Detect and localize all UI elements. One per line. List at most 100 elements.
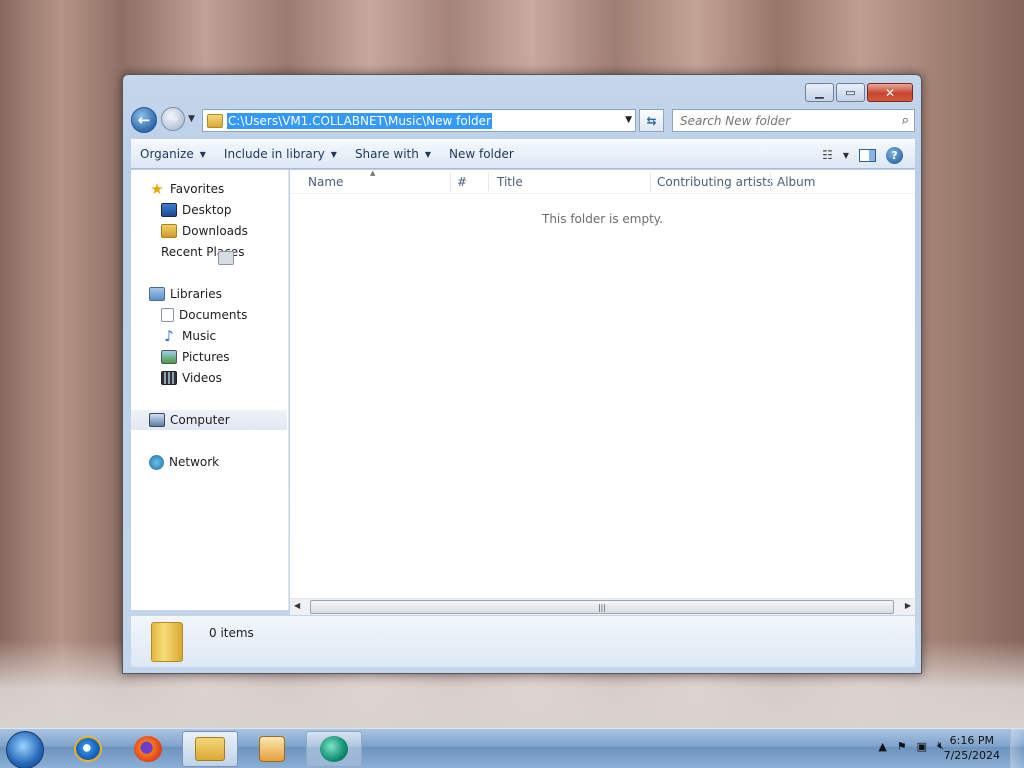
search-input[interactable]	[680, 113, 880, 128]
empty-folder-message: This folder is empty.	[542, 212, 663, 226]
nav-favorites-label: Favorites	[170, 182, 225, 196]
nav-network[interactable]: Network	[149, 452, 219, 472]
refresh-button[interactable]: ⇆	[639, 109, 664, 132]
column-divider[interactable]	[450, 172, 451, 191]
taskbar: ▲ ⚑ ▣ 🔇︎ 6:16 PM 7/25/2024	[0, 728, 1024, 768]
nav-pictures-label: Pictures	[182, 350, 230, 364]
nav-libraries[interactable]: Libraries	[149, 284, 222, 304]
taskbar-internet-explorer[interactable]	[60, 731, 116, 767]
horizontal-scrollbar[interactable]: ◀ ||| ▶	[290, 598, 915, 615]
organize-button[interactable]: Organize ▼	[131, 142, 215, 166]
column-header-album[interactable]: Album	[777, 175, 815, 189]
nav-videos[interactable]: Videos	[161, 368, 222, 388]
address-dropdown-icon[interactable]: ▼	[625, 115, 632, 125]
item-count: 0 items	[209, 626, 254, 640]
recent-pages-dropdown[interactable]: ▼	[188, 114, 198, 124]
include-in-library-button[interactable]: Include in library ▼	[215, 142, 346, 166]
share-with-button[interactable]: Share with ▼	[346, 142, 440, 166]
downloads-icon	[161, 224, 177, 238]
nav-computer-label: Computer	[170, 413, 230, 427]
clock[interactable]: 6:16 PM 7/25/2024	[944, 733, 1000, 763]
clock-time: 6:16 PM	[949, 734, 994, 747]
back-arrow-icon: ←	[137, 111, 151, 129]
column-divider[interactable]	[650, 172, 651, 191]
navigation-bar: ← → ▼ C:\Users\VM1.COLLABNET\Music\New f…	[131, 105, 915, 133]
maximize-icon: ▭	[845, 86, 856, 99]
nav-network-label: Network	[169, 455, 220, 469]
music-note-icon: ♪	[164, 327, 174, 345]
pictures-icon	[161, 350, 177, 364]
refresh-icon: ⇆	[646, 113, 657, 128]
close-icon: ✕	[884, 85, 896, 100]
videos-icon	[161, 371, 177, 385]
address-bar[interactable]: C:\Users\VM1.COLLABNET\Music\New folder …	[202, 109, 636, 132]
taskbar-firefox[interactable]	[120, 731, 176, 767]
new-folder-button[interactable]: New folder	[440, 142, 523, 166]
computer-icon	[149, 413, 165, 427]
star-icon: ★	[150, 180, 164, 198]
column-divider[interactable]	[770, 172, 771, 191]
network-status-icon[interactable]: ▣	[917, 740, 927, 753]
minimize-button[interactable]: ▁	[805, 83, 834, 102]
forward-button[interactable]: →	[161, 107, 185, 131]
scroll-right-icon[interactable]: ▶	[905, 601, 911, 610]
column-header-name[interactable]: Name	[308, 175, 343, 189]
help-icon[interactable]: ?	[886, 146, 903, 164]
media-player-icon	[259, 736, 285, 762]
navigation-pane: ★ Favorites Desktop Downloads Recent Plac…	[131, 170, 289, 610]
search-box[interactable]: ⌕	[672, 109, 915, 132]
nav-desktop[interactable]: Desktop	[161, 200, 232, 220]
details-pane: 0 items	[131, 615, 915, 667]
folder-icon	[207, 113, 223, 128]
nav-documents-label: Documents	[179, 308, 248, 322]
taskbar-windows-explorer[interactable]	[182, 731, 238, 767]
new-folder-label: New folder	[449, 147, 514, 161]
firefox-icon	[134, 736, 162, 762]
column-divider[interactable]	[488, 172, 489, 191]
file-list[interactable]: ▲ Name # Title Contributing artists Albu…	[290, 169, 915, 600]
column-header-number[interactable]: #	[457, 175, 467, 189]
notification-area: ▲ ⚑ ▣ 🔇︎	[878, 739, 944, 753]
scroll-left-icon[interactable]: ◀	[294, 601, 300, 610]
minimize-icon: ▁	[815, 86, 824, 99]
nav-downloads[interactable]: Downloads	[161, 221, 248, 241]
nav-pictures[interactable]: Pictures	[161, 347, 230, 367]
recent-places-icon	[218, 251, 234, 265]
chevron-down-icon: ▼	[199, 149, 206, 159]
share-with-label: Share with	[354, 147, 419, 161]
close-button[interactable]: ✕	[867, 83, 913, 102]
desktop-icon	[161, 203, 177, 217]
windows-explorer-icon	[195, 737, 225, 761]
view-options-chevron-icon[interactable]: ▼	[843, 151, 849, 160]
show-desktop-button[interactable]	[1010, 729, 1024, 768]
nav-music[interactable]: ♪ Music	[161, 326, 216, 346]
column-header-contributing-artists[interactable]: Contributing artists	[657, 175, 773, 189]
back-button[interactable]: ←	[131, 107, 157, 133]
nav-computer[interactable]: Computer	[131, 410, 287, 430]
nav-downloads-label: Downloads	[182, 224, 248, 238]
nav-recent-places[interactable]: Recent Places	[161, 242, 244, 265]
nav-desktop-label: Desktop	[182, 203, 232, 217]
search-icon[interactable]: ⌕	[902, 113, 909, 128]
scrollbar-thumb[interactable]: |||	[310, 600, 894, 614]
nav-music-label: Music	[182, 329, 217, 343]
show-hidden-icons-icon[interactable]: ▲	[878, 740, 886, 753]
nav-videos-label: Videos	[182, 371, 222, 385]
preview-pane-icon[interactable]	[859, 148, 876, 162]
nav-libraries-label: Libraries	[170, 287, 222, 301]
change-view-icon[interactable]: ☷	[822, 148, 833, 162]
taskbar-media-player[interactable]	[244, 731, 300, 767]
include-in-library-label: Include in library	[223, 147, 325, 161]
forward-arrow-icon: →	[167, 111, 179, 127]
taskbar-app[interactable]	[306, 731, 362, 767]
column-header-title[interactable]: Title	[497, 175, 523, 189]
address-path[interactable]: C:\Users\VM1.COLLABNET\Music\New folder	[227, 112, 492, 129]
libraries-icon	[149, 287, 165, 301]
maximize-button[interactable]: ▭	[836, 83, 865, 102]
explorer-window: ▁ ▭ ✕ ← → ▼ C:\Users\VM1.COLLABNET\Music…	[122, 74, 922, 674]
start-button[interactable]	[6, 731, 44, 768]
action-center-flag-icon[interactable]: ⚑	[897, 740, 907, 753]
nav-favorites[interactable]: ★ Favorites	[149, 179, 224, 199]
nav-documents[interactable]: Documents	[161, 305, 247, 325]
chevron-down-icon: ▼	[424, 149, 431, 159]
